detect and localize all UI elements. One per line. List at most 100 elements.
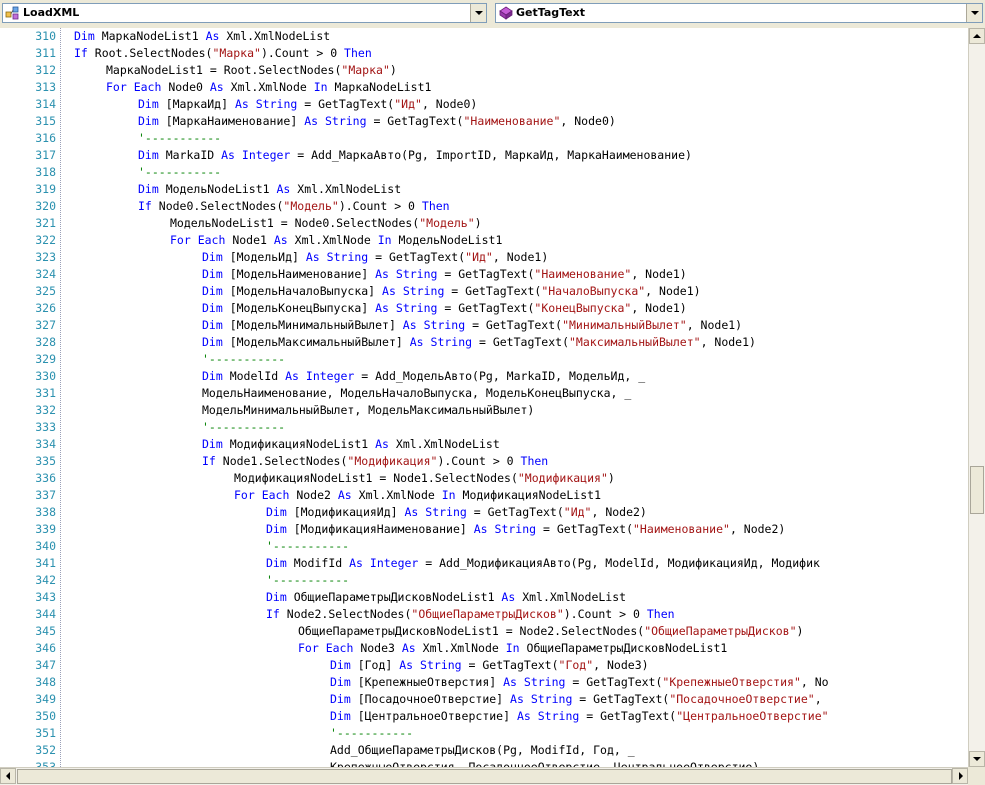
line-number: 325 bbox=[35, 284, 56, 298]
code-line[interactable]: КрепежныеОтверстия, ПосадочноеОтверстие,… bbox=[330, 759, 759, 767]
code-line[interactable]: Dim ОбщиеПараметрыДисковNodeList1 As Xml… bbox=[266, 589, 626, 606]
string-token: "ПосадочноеОтверстие" bbox=[669, 692, 815, 706]
code-token: ОбщиеПараметрыДисковNodeList1 = Node2.Se… bbox=[298, 624, 645, 638]
code-token: МодельНаименование, МодельНачалоВыпуска,… bbox=[202, 386, 632, 400]
keyword-token: As bbox=[205, 29, 220, 43]
vertical-scrollbar[interactable] bbox=[968, 28, 985, 767]
code-token: [МодификацияИд] bbox=[286, 505, 405, 519]
code-line[interactable]: МодельНаименование, МодельНачалоВыпуска,… bbox=[202, 385, 631, 402]
code-token: ).Count > 0 bbox=[338, 199, 422, 213]
code-line[interactable]: For Each Node1 As Xml.XmlNode In МодельN… bbox=[170, 232, 502, 249]
code-line[interactable]: Dim [МодельМинимальныйВылет] As String =… bbox=[202, 317, 742, 334]
code-token: , Node2) bbox=[591, 505, 647, 519]
code-line[interactable]: Dim МодельNodeList1 As Xml.XmlNodeList bbox=[138, 181, 401, 198]
code-line[interactable]: Dim [КрепежныеОтверстия] As String = Get… bbox=[330, 674, 829, 691]
horizontal-scrollbar[interactable] bbox=[0, 767, 968, 785]
keyword-token: Dim bbox=[202, 250, 223, 264]
code-line[interactable]: Dim [МодификацияНаименование] As String … bbox=[266, 521, 785, 538]
line-number: 323 bbox=[35, 250, 56, 264]
code-line[interactable]: If Node0.SelectNodes("Модель").Count > 0… bbox=[138, 198, 450, 215]
comment-token: '----------- bbox=[138, 131, 222, 145]
keyword-token: Dim bbox=[74, 29, 95, 43]
code-line[interactable]: ОбщиеПараметрыДисковNodeList1 = Node2.Se… bbox=[298, 623, 803, 640]
code-token: ) bbox=[796, 624, 804, 638]
code-token: [МаркаИд] bbox=[158, 97, 235, 111]
code-line[interactable]: Dim МаркаNodeList1 As Xml.XmlNodeList bbox=[74, 28, 330, 45]
code-line[interactable]: For Each Node2 As Xml.XmlNode In Модифик… bbox=[234, 487, 601, 504]
string-token: "ОбщиеПараметрыДисков" bbox=[644, 624, 797, 638]
code-line[interactable]: '----------- bbox=[138, 130, 221, 147]
line-number: 334 bbox=[35, 437, 56, 451]
code-line[interactable]: Dim ModelId As Integer = Add_МодельАвто(… bbox=[202, 368, 645, 385]
keyword-token: Then bbox=[520, 454, 549, 468]
code-line[interactable]: Dim ModifId As Integer = Add_Модификация… bbox=[266, 555, 820, 572]
code-line[interactable]: Dim [МодельМаксимальныйВылет] As String … bbox=[202, 334, 756, 351]
code-editor[interactable]: 310 311 312 313 314 315 316 317 318 319 320 321 322 3… bbox=[0, 28, 968, 767]
code-line[interactable]: If Node1.SelectNodes("Модификация").Coun… bbox=[202, 453, 548, 470]
code-line[interactable]: '----------- bbox=[202, 351, 285, 368]
keyword-token: Integer bbox=[369, 556, 419, 570]
code-line[interactable]: Dim МодификацияNodeList1 As Xml.XmlNodeL… bbox=[202, 436, 500, 453]
code-token: , bbox=[814, 692, 822, 706]
code-line[interactable]: Dim [Год] As String = GetTagText("Год", … bbox=[330, 657, 649, 674]
code-line[interactable]: '----------- bbox=[138, 164, 221, 181]
code-token: , Node3) bbox=[593, 658, 649, 672]
code-line[interactable]: МодельNodeList1 = Node0.SelectNodes("Мод… bbox=[170, 215, 482, 232]
code-line[interactable]: Dim [ПосадочноеОтверстие] As String = Ge… bbox=[330, 691, 822, 708]
code-token: , Node0) bbox=[421, 97, 478, 111]
keyword-token: String bbox=[530, 692, 573, 706]
code-line[interactable]: МаркаNodeList1 = Root.SelectNodes("Марка… bbox=[106, 62, 397, 79]
code-line[interactable]: МодельМинимальныйВылет, МодельМаксимальн… bbox=[202, 402, 534, 419]
keyword-token: In bbox=[313, 80, 328, 94]
code-line[interactable]: '----------- bbox=[202, 419, 285, 436]
code-token: МодификацияNodeList1 bbox=[455, 488, 601, 502]
method-name-label: GetTagText bbox=[516, 6, 585, 19]
code-token: МодельМинимальныйВылет, МодельМаксимальн… bbox=[202, 403, 535, 417]
keyword-token: Then bbox=[344, 46, 372, 60]
keyword-token: String bbox=[537, 709, 580, 723]
method-name-dropdown[interactable]: GetTagText bbox=[495, 3, 983, 23]
code-token: ).Count > 0 bbox=[563, 607, 647, 621]
code-line[interactable]: '----------- bbox=[266, 572, 349, 589]
keyword-token: As bbox=[382, 284, 396, 298]
line-number: 313 bbox=[35, 80, 56, 94]
code-line[interactable]: If Node2.SelectNodes("ОбщиеПараметрыДиск… bbox=[266, 606, 675, 623]
code-line[interactable]: Add_ОбщиеПараметрыДисков(Pg, ModifId, Го… bbox=[330, 742, 635, 759]
code-line[interactable]: Dim [МодельИд] As String = GetTagText("И… bbox=[202, 249, 548, 266]
chevron-down-icon[interactable] bbox=[470, 4, 486, 22]
scroll-left-button[interactable] bbox=[0, 768, 16, 784]
line-number: 318 bbox=[35, 165, 56, 179]
code-line[interactable]: Dim [МодельКонецВыпуска] As String = Get… bbox=[202, 300, 687, 317]
code-line[interactable]: МодификацияNodeList1 = Node1.SelectNodes… bbox=[234, 470, 615, 487]
keyword-token: Then bbox=[421, 199, 450, 213]
code-token: ) bbox=[474, 216, 482, 230]
code-line[interactable]: Dim [ЦентральноеОтверстие] As String = G… bbox=[330, 708, 829, 725]
code-token: = GetTagText( bbox=[472, 335, 569, 349]
scroll-right-button[interactable] bbox=[952, 768, 968, 784]
code-line[interactable]: Dim [МодельНачалоВыпуска] As String = Ge… bbox=[202, 283, 701, 300]
code-line[interactable]: Dim [МаркаИд] As String = GetTagText("Ид… bbox=[138, 96, 477, 113]
string-token: "ОбщиеПараметрыДисков" bbox=[411, 607, 564, 621]
horizontal-scroll-thumb[interactable] bbox=[17, 769, 952, 784]
scroll-up-button[interactable] bbox=[969, 28, 985, 44]
code-line[interactable]: Dim MarkaID As Integer = Add_МаркаАвто(P… bbox=[138, 147, 692, 164]
line-number: 317 bbox=[35, 148, 56, 162]
code-line[interactable]: Dim [МаркаНаименование] As String = GetT… bbox=[138, 113, 616, 130]
code-line[interactable]: '----------- bbox=[330, 725, 413, 742]
scroll-down-button[interactable] bbox=[969, 751, 985, 767]
line-number-gutter: 310 311 312 313 314 315 316 317 318 319 320 321 322 3… bbox=[0, 28, 61, 767]
chevron-down-icon[interactable] bbox=[966, 4, 982, 22]
string-token: "Модификация" bbox=[347, 454, 438, 468]
code-token: Node1.SelectNodes( bbox=[215, 454, 348, 468]
code-line[interactable]: For Each Node3 As Xml.XmlNode In ОбщиеПа… bbox=[298, 640, 727, 657]
code-line[interactable]: For Each Node0 As Xml.XmlNode In МаркаNo… bbox=[106, 79, 431, 96]
code-line[interactable]: Dim [МодельНаименование] As String = Get… bbox=[202, 266, 687, 283]
vertical-scroll-thumb[interactable] bbox=[970, 466, 984, 514]
class-name-dropdown[interactable]: LoadXML bbox=[2, 3, 487, 23]
code-line[interactable]: Dim [МодификацияИд] As String = GetTagTe… bbox=[266, 504, 647, 521]
arrow-down-icon bbox=[973, 757, 981, 761]
line-number: 335 bbox=[35, 454, 56, 468]
code-line[interactable]: If Root.SelectNodes("Марка").Count > 0 T… bbox=[74, 45, 372, 62]
code-line[interactable]: '----------- bbox=[266, 538, 349, 555]
